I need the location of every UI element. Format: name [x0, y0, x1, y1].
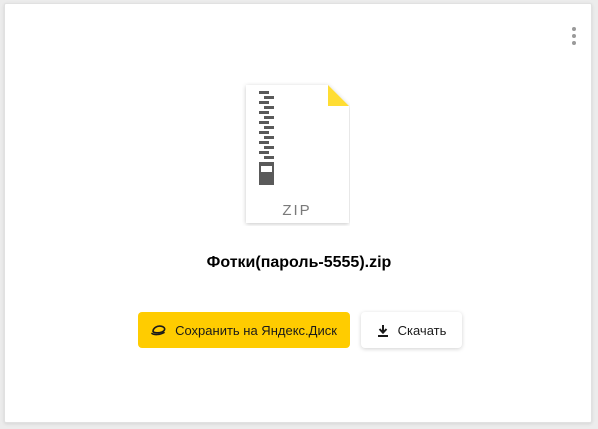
more-vertical-icon [572, 27, 576, 31]
yandex-disk-icon [151, 324, 167, 336]
download-button[interactable]: Скачать [361, 312, 462, 348]
save-button-label: Сохранить на Яндекс.Диск [175, 322, 337, 338]
file-name: Фотки(пароль-5555).zip [206, 254, 392, 271]
zip-file-icon: ZIP [246, 85, 349, 223]
file-type-label: ZIP [282, 202, 311, 219]
save-to-disk-button[interactable]: Сохранить на Яндекс.Диск [138, 312, 350, 348]
more-options-button[interactable] [565, 24, 583, 48]
download-button-label: Скачать [397, 322, 447, 338]
download-icon [377, 324, 389, 337]
